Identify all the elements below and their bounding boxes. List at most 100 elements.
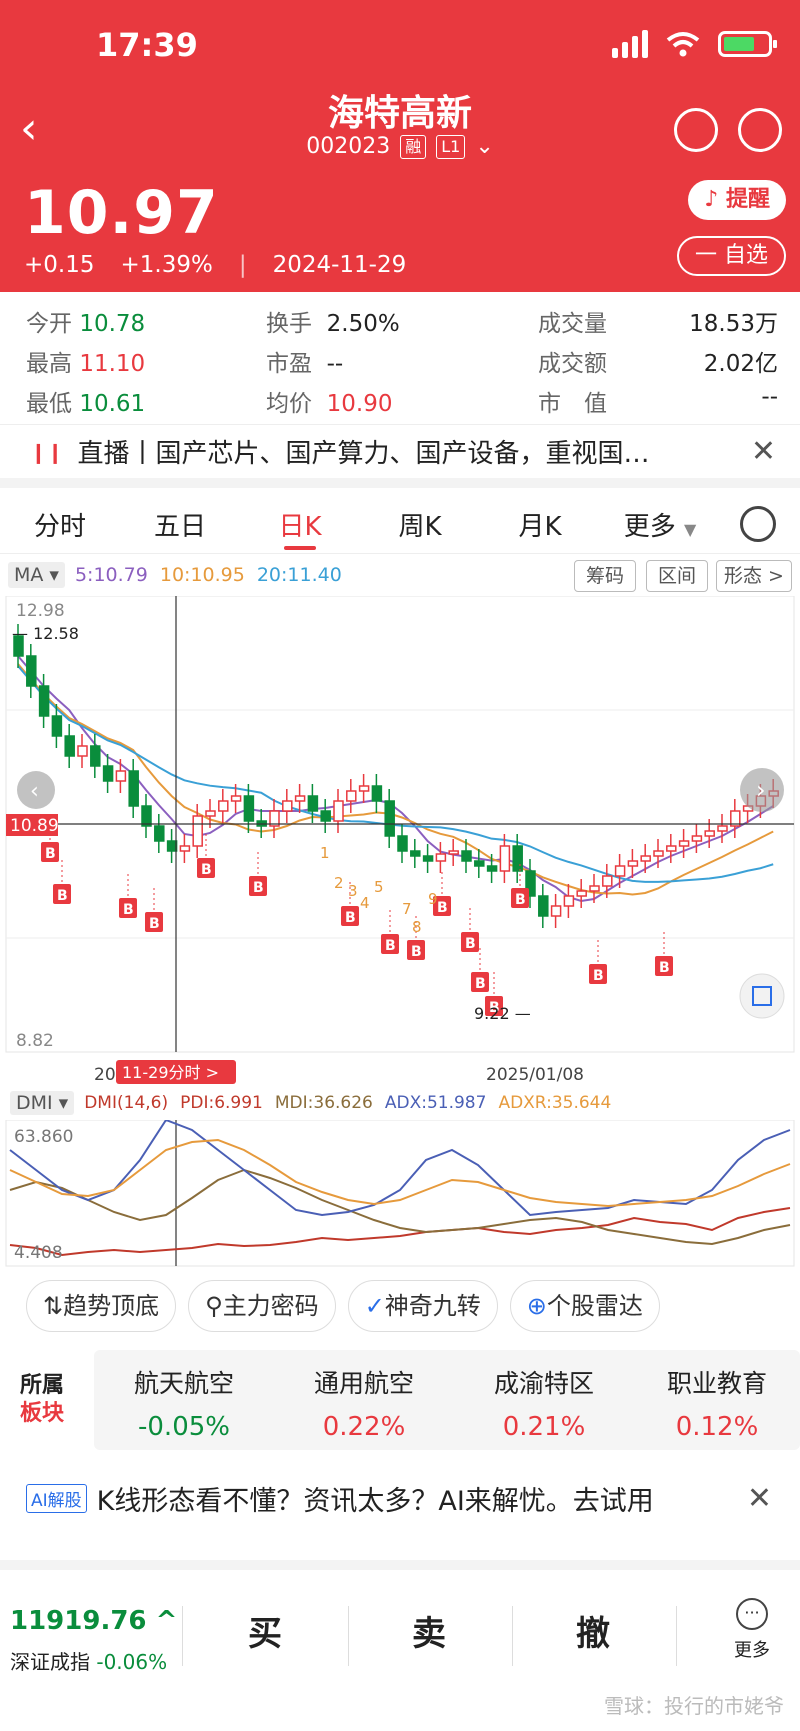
open-label: 今开 [26, 311, 72, 337]
notice-text: 直播丨国产芯片、国产算力、国产设备，重视国… [77, 439, 650, 469]
open-value: 10.78 [79, 311, 146, 337]
index-value[interactable]: 11919.76 ^ [10, 1606, 177, 1636]
candle [115, 759, 127, 793]
ai-banner[interactable]: AI解股 K线形态看不懂？资讯太多？AI来解忧。去试用 ✕ [0, 1470, 800, 1526]
candle [384, 789, 395, 848]
shape-button[interactable]: 形态 > [716, 560, 792, 592]
sector-item[interactable]: 航天航空 -0.05% [94, 1364, 274, 1442]
buy-button[interactable]: 买 [200, 1606, 330, 1655]
buy-markers: BBBBBBBB BBBBBBB B12 345789 [41, 818, 673, 1016]
close-icon[interactable]: ✕ [751, 434, 776, 469]
close-icon[interactable]: ✕ [747, 1481, 772, 1516]
tab-five-day[interactable]: 五日 [120, 506, 240, 543]
sell-button[interactable]: 卖 [364, 1606, 494, 1655]
sector-item[interactable]: 职业教育 0.12% [634, 1364, 800, 1442]
buy-marker: B [119, 874, 137, 918]
change-percent: +1.39% [120, 252, 213, 278]
dmi-params: DMI(14,6) [84, 1093, 169, 1113]
dmi-pdi: PDI:6.991 [180, 1093, 263, 1113]
candle [358, 774, 370, 803]
candle [422, 844, 434, 873]
candle [448, 839, 459, 866]
volume-label: 成交量 [538, 311, 607, 337]
stock-radar-button[interactable]: ⊕个股雷达 [509, 1280, 660, 1332]
refresh-icon[interactable] [674, 108, 718, 152]
candle [218, 789, 229, 823]
tab-monthly-k[interactable]: 月K [480, 506, 600, 543]
ai-text: K线形态看不懂？资讯太多？AI来解忧。去试用 [96, 1485, 654, 1517]
svg-text:B: B [385, 938, 396, 954]
dmi-chart: 63.860 4.408 [5, 1120, 795, 1267]
range-button[interactable]: 区间 [646, 560, 708, 592]
sector-item[interactable]: 通用航空 0.22% [274, 1364, 454, 1442]
candle [320, 799, 331, 833]
buy-marker: B [589, 940, 607, 984]
amount-label: 成交额 [538, 351, 607, 377]
ma10-value: 10:10.95 [159, 564, 245, 586]
tab-daily-k[interactable]: 日K [240, 506, 360, 550]
candle [128, 759, 139, 818]
candle [486, 854, 498, 883]
dmi-adxr: ADXR:35.644 [498, 1093, 612, 1113]
fullscreen-button[interactable] [739, 973, 785, 1019]
avg-value: 10.90 [326, 391, 393, 417]
cancel-order-button[interactable]: 撤 [528, 1606, 658, 1655]
add-watchlist-button[interactable]: 一 自选 [677, 236, 786, 276]
low-label: 最低 [26, 391, 72, 417]
svg-text:B: B [411, 944, 422, 960]
header: 17:39 ‹ 海特高新 002023 融 L1 ⌄ 10.97 +0.15 +… [0, 0, 800, 292]
tool-label: 神奇九转 [384, 1292, 481, 1320]
index-change: -0.06% [96, 1650, 168, 1674]
candle [640, 844, 651, 873]
adxr-line [9, 1138, 791, 1208]
main-force-button[interactable]: ⚲主力密码 [188, 1280, 336, 1332]
svg-text:B: B [345, 910, 356, 926]
candle [346, 779, 357, 813]
alert-button[interactable]: ♪ 提醒 [688, 180, 786, 220]
buy-marker: B [381, 910, 399, 954]
status-time: 17:39 [96, 26, 198, 64]
x-left-label: 20 [94, 1065, 116, 1085]
svg-text:B: B [515, 892, 526, 908]
tab-weekly-k[interactable]: 周K [360, 506, 480, 543]
sector-change: 0.12% [675, 1412, 759, 1442]
trend-top-bottom-button[interactable]: ⇅趋势顶底 [26, 1280, 177, 1332]
svg-text:B: B [437, 900, 448, 916]
y-top-label: 12.98 [16, 601, 65, 621]
dmi-adx: ADX:51.987 [384, 1093, 487, 1113]
price-change: +0.15 +1.39% | 2024-11-29 [24, 252, 406, 278]
settings-icon[interactable] [740, 506, 776, 542]
sector-item[interactable]: 成渝特区 0.21% [454, 1364, 634, 1442]
candle [410, 839, 421, 868]
nine-turn-label: 5 [374, 878, 384, 896]
candle [282, 789, 293, 823]
candle [179, 834, 191, 863]
quote-grid: 今开 10.78 最高 11.10 最低 10.61 换手 2.50% 市盈 -… [0, 292, 800, 422]
divider [512, 1606, 513, 1666]
tab-intraday[interactable]: 分时 [0, 506, 120, 543]
svg-text:B: B [253, 880, 264, 896]
candle [166, 829, 178, 863]
magic-nine-button[interactable]: ✓神奇九转 [347, 1280, 498, 1332]
sector-label-1: 所属 [20, 1373, 65, 1398]
sector-change: 0.21% [502, 1412, 586, 1442]
live-notice[interactable]: ❙❙ 直播丨国产芯片、国产算力、国产设备，重视国… ✕ [0, 424, 800, 488]
chips-button[interactable]: 筹码 [574, 560, 636, 592]
dmi-selector[interactable]: DMI ▾ [10, 1091, 75, 1115]
svg-text:B: B [201, 862, 212, 878]
wifi-icon [666, 32, 700, 57]
candle [397, 824, 408, 863]
mktcap-label: 市 值 [538, 391, 607, 417]
more-button[interactable]: ··· 更多 [722, 1598, 782, 1662]
index-name: 深证成指 [10, 1650, 90, 1674]
ma-selector[interactable]: MA ▾ [8, 562, 65, 588]
dmi-selector-label: DMI [16, 1092, 53, 1114]
candle [614, 854, 626, 888]
tab-more-label: 更多 [623, 512, 676, 542]
ma20-value: 20:11.40 [256, 564, 342, 586]
tab-more[interactable]: 更多 ▼ [600, 506, 720, 543]
search-icon[interactable] [738, 108, 782, 152]
buy-marker: B [655, 932, 673, 976]
kline-chart[interactable]: BBBBBBBB BBBBBBB B12 345789 12.98 8.82 — 12… [0, 596, 800, 1086]
live-icon: ❙❙ [30, 439, 64, 464]
